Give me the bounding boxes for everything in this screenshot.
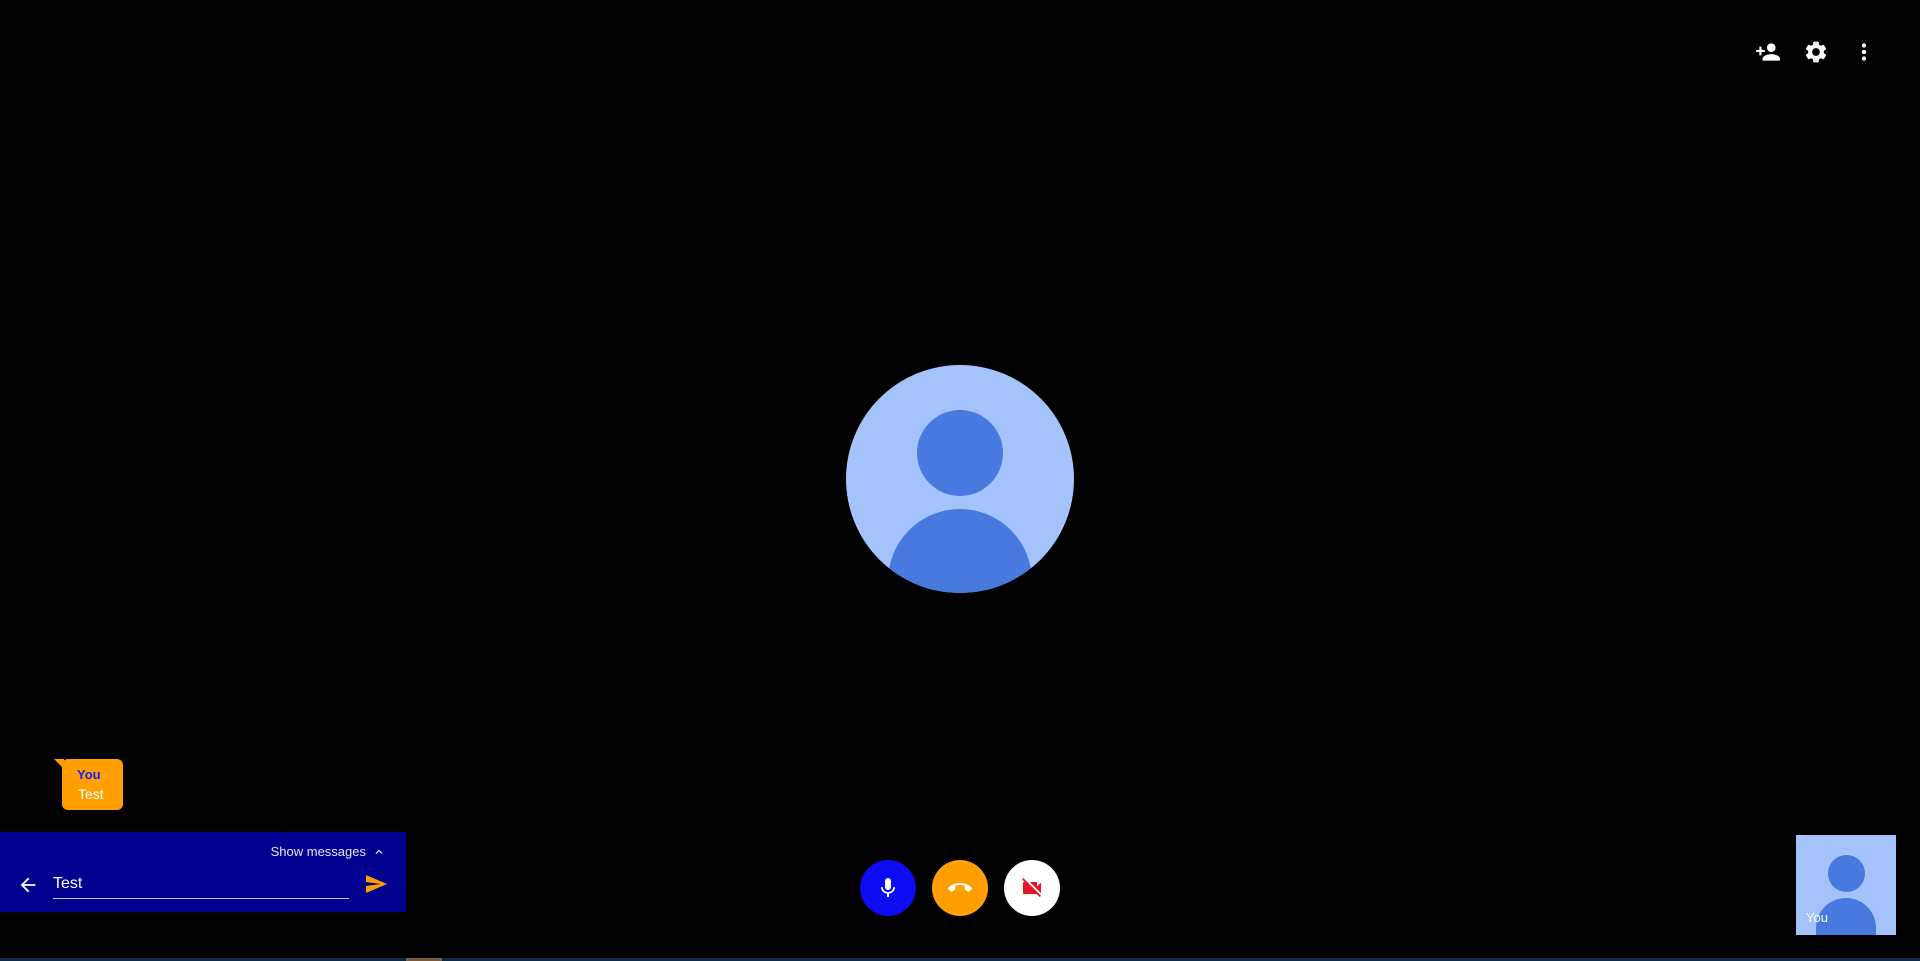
participant-avatar [846,365,1074,593]
add-person-button[interactable] [1752,36,1784,68]
close-chat-button[interactable] [16,873,40,897]
self-view-label: You [1806,910,1828,925]
arrow-back-icon [20,877,36,893]
self-view-tile: You [1796,835,1896,935]
add-person-icon [1756,43,1780,61]
send-icon [366,875,387,893]
call-stage: You Test Show messages You [0,0,1920,961]
chevron-up-icon [375,849,383,854]
call-end-icon [948,883,972,892]
person-icon-head [917,410,1003,496]
camera-button[interactable] [1004,860,1060,916]
more-options-button[interactable] [1848,36,1880,68]
end-call-button[interactable] [932,860,988,916]
person-icon-body [888,509,1032,593]
videocam-off-icon [1022,878,1041,897]
chat-panel: Show messages [0,832,406,912]
more-vertical-icon [1861,43,1867,61]
person-icon-head [1828,855,1865,892]
settings-icon [1805,41,1827,63]
show-messages-label: Show messages [270,844,366,859]
call-controls [860,860,1060,916]
send-message-button[interactable] [362,870,390,898]
message-sender: You [77,767,101,782]
chat-message-bubble: You Test [54,759,123,810]
settings-button[interactable] [1800,36,1832,68]
message-text: Test [78,786,104,802]
mic-icon [881,878,895,897]
show-messages-toggle[interactable]: Show messages [271,844,386,859]
chat-message-input[interactable] [53,870,349,899]
microphone-button[interactable] [860,860,916,916]
top-toolbar [1752,36,1880,68]
